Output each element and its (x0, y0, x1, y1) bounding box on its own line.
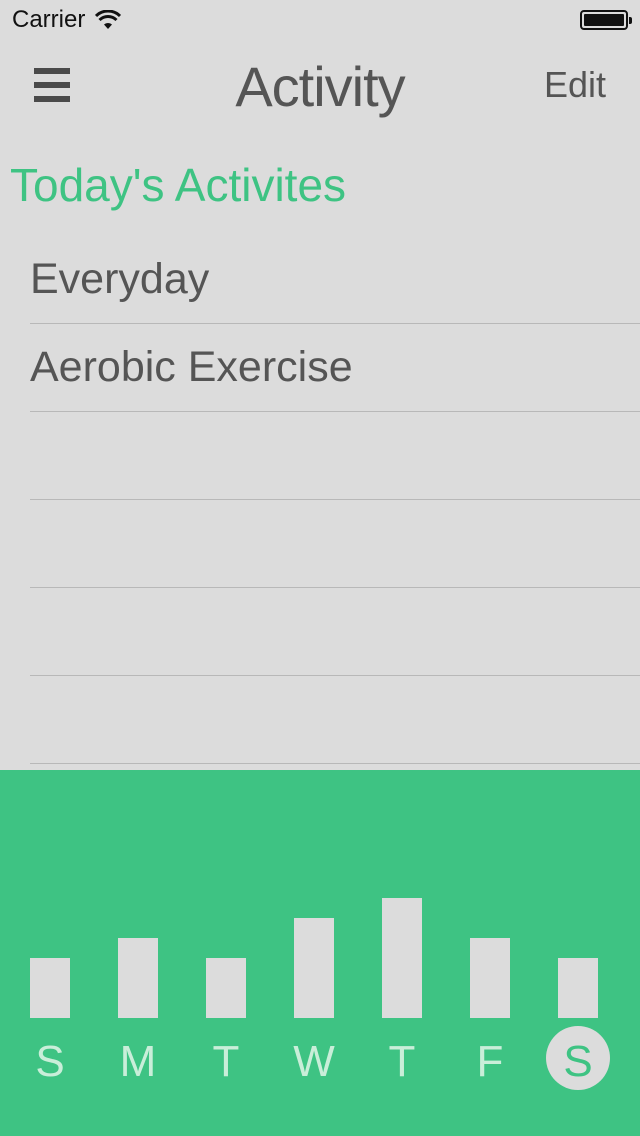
activity-list: Everyday Aerobic Exercise (30, 236, 640, 764)
chart-bar[interactable] (118, 938, 158, 1018)
list-item[interactable] (30, 500, 640, 588)
carrier-label: Carrier (12, 6, 86, 33)
chart-bar[interactable] (558, 958, 598, 1018)
chart-bar[interactable] (206, 958, 246, 1018)
day-label[interactable]: S (35, 1037, 64, 1086)
list-item[interactable] (30, 676, 640, 764)
list-item[interactable]: Everyday (30, 236, 640, 324)
day-label[interactable]: W (293, 1037, 335, 1086)
battery-fill (584, 14, 624, 26)
weekly-chart-panel: SMTWTFS (0, 770, 640, 1136)
list-item[interactable]: Aerobic Exercise (30, 324, 640, 412)
day-label[interactable]: F (477, 1037, 504, 1086)
status-bar: Carrier (0, 0, 640, 40)
list-item[interactable] (30, 588, 640, 676)
day-label[interactable]: T (213, 1037, 240, 1086)
status-left: Carrier (12, 6, 122, 34)
chart-bar[interactable] (30, 958, 70, 1018)
day-label[interactable]: M (120, 1037, 157, 1086)
chart-bar[interactable] (294, 918, 334, 1018)
edit-button[interactable]: Edit (544, 64, 606, 106)
list-item[interactable] (30, 412, 640, 500)
day-label[interactable]: S (563, 1037, 592, 1086)
chart-bar[interactable] (470, 938, 510, 1018)
navigation-bar: Activity Edit (0, 40, 640, 128)
day-label[interactable]: T (389, 1037, 416, 1086)
battery-icon (580, 10, 632, 30)
wifi-icon (95, 10, 122, 29)
section-title: Today's Activites (10, 159, 347, 211)
weekly-activity-chart: SMTWTFS (30, 898, 610, 1090)
chart-bar[interactable] (382, 898, 422, 1018)
